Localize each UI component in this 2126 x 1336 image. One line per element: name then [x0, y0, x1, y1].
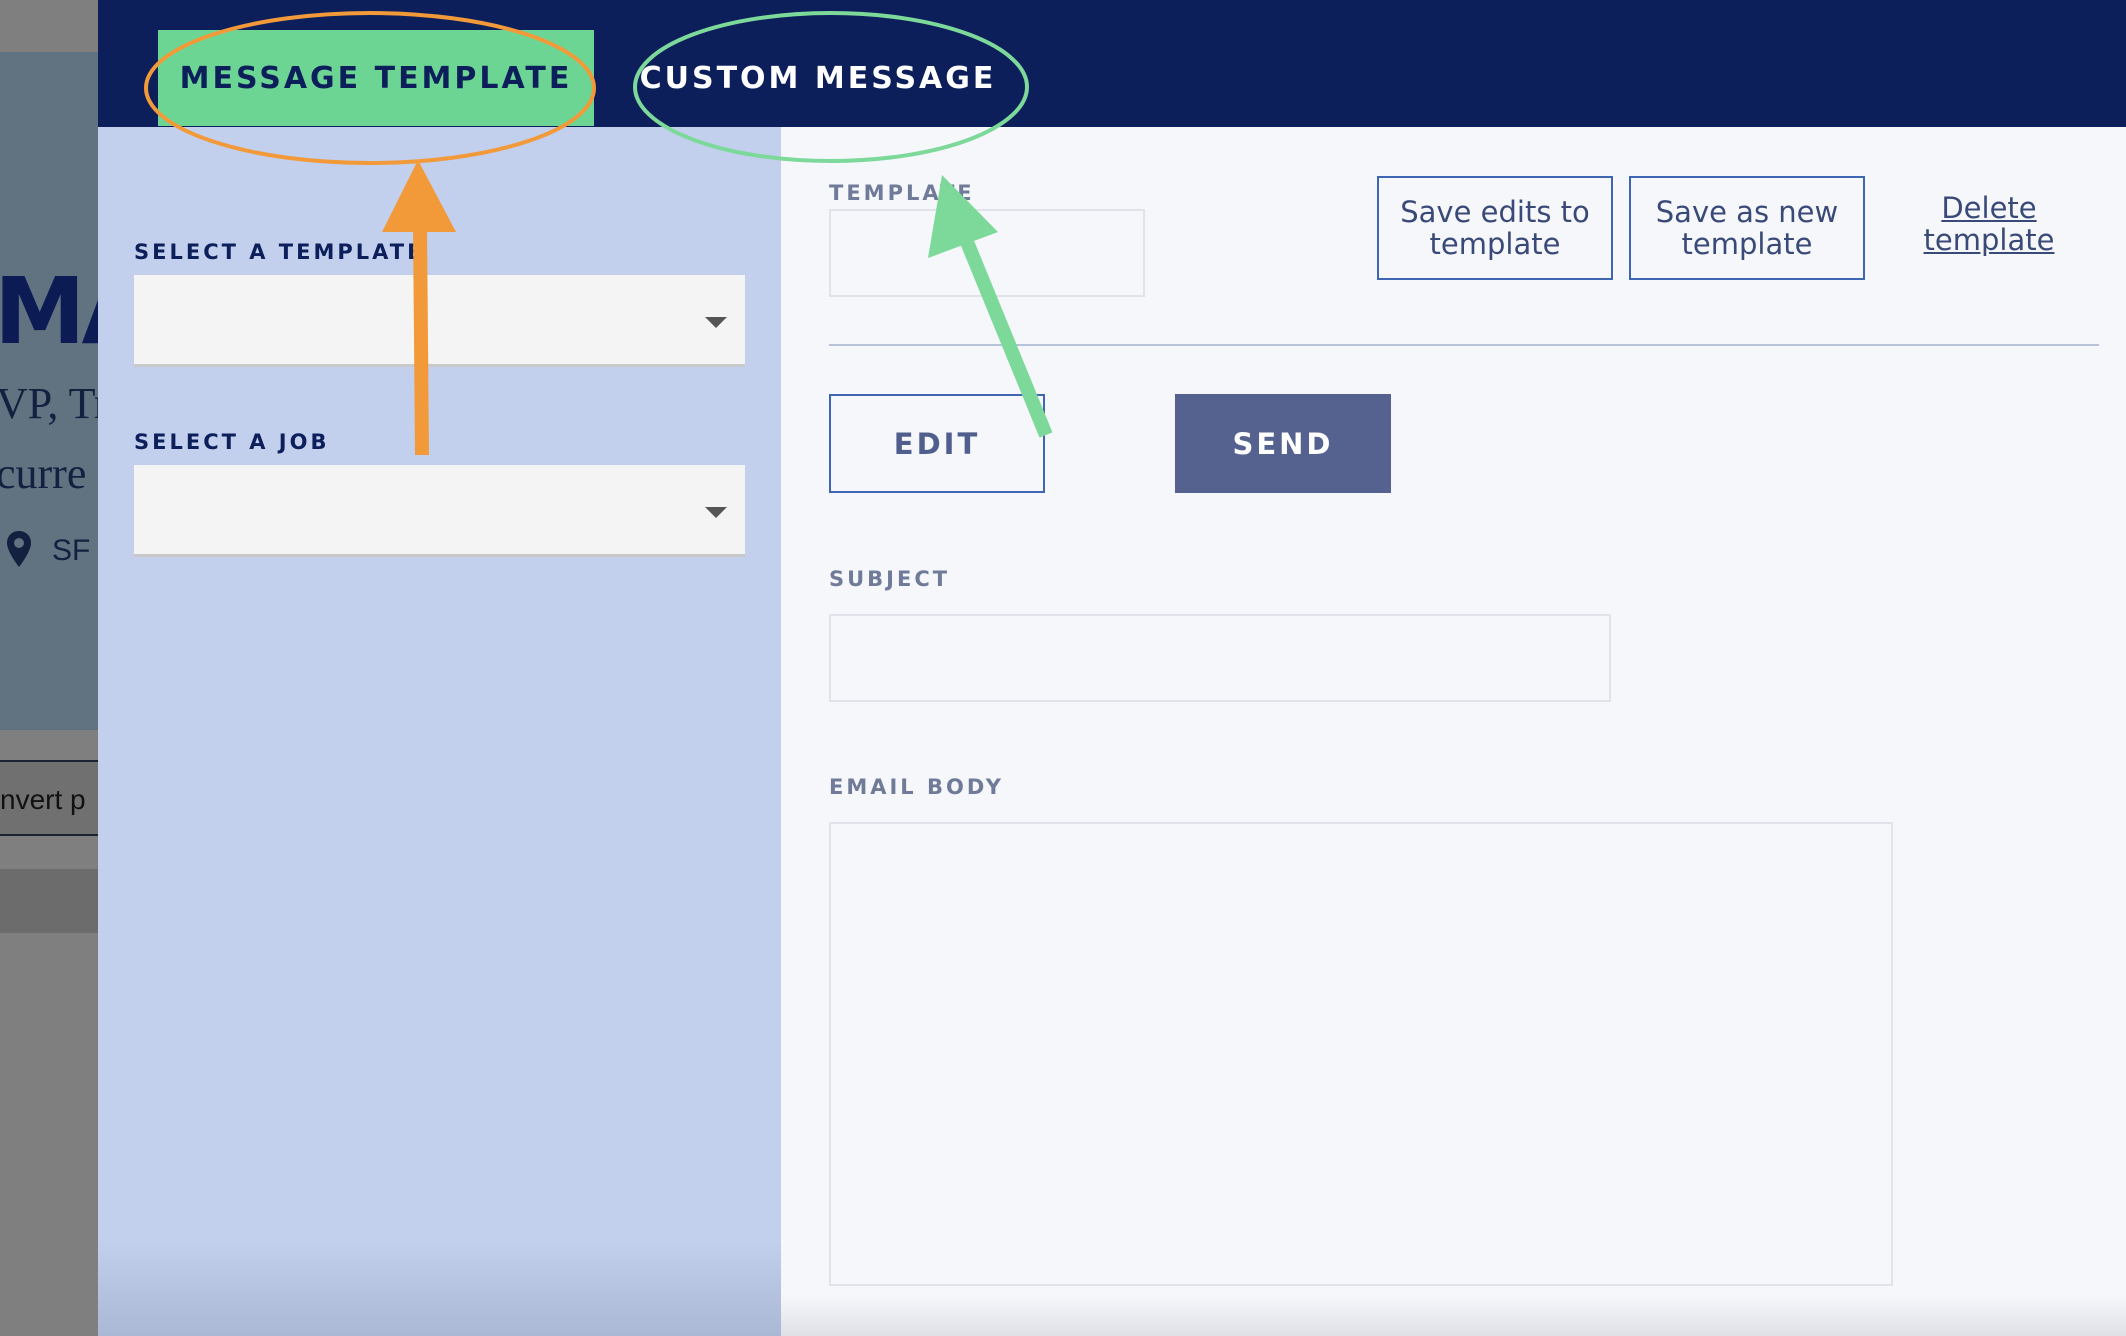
delete-template-link[interactable]: Delete template	[1914, 192, 2064, 256]
tab-custom-message[interactable]: CUSTOM MESSAGE	[628, 30, 1008, 126]
save-edits-button[interactable]: Save edits to template	[1377, 176, 1613, 280]
select-job-label: SELECT A JOB	[134, 430, 330, 454]
background-location: SF	[52, 534, 91, 567]
caret-down-icon	[705, 317, 727, 328]
tab-message-template[interactable]: MESSAGE TEMPLATE	[158, 30, 594, 126]
email-body-textarea[interactable]	[829, 822, 1893, 1286]
modal-tab-bar: MESSAGE TEMPLATE CUSTOM MESSAGE	[98, 0, 2126, 127]
background-heading: MA	[0, 258, 98, 365]
message-editor-panel: TEMPLATE Save edits to template Save as …	[781, 127, 2126, 1336]
send-button[interactable]: SEND	[1175, 394, 1391, 493]
background-convert-label: nvert p	[0, 784, 86, 815]
edit-button[interactable]: EDIT	[829, 394, 1045, 493]
email-body-label: EMAIL BODY	[829, 775, 1004, 799]
save-as-new-button[interactable]: Save as new template	[1629, 176, 1865, 280]
select-template-dropdown[interactable]	[134, 275, 745, 367]
background-line: curre	[0, 449, 87, 498]
template-name-label: TEMPLATE	[829, 181, 975, 205]
select-job-dropdown[interactable]	[134, 465, 745, 557]
subject-label: SUBJECT	[829, 567, 951, 591]
template-selection-panel: SELECT A TEMPLATE SELECT A JOB	[98, 127, 781, 1336]
bottom-shade	[781, 1296, 2126, 1336]
template-name-input[interactable]	[829, 209, 1145, 297]
background-convert-button: nvert p	[0, 760, 98, 836]
background-page: MA VP, Tr curre SF nvert p	[0, 0, 98, 1336]
message-modal: MESSAGE TEMPLATE CUSTOM MESSAGE SELECT A…	[98, 0, 2126, 1336]
caret-down-icon	[705, 507, 727, 518]
background-subtitle: VP, Tr	[0, 379, 98, 428]
divider	[829, 344, 2099, 346]
map-pin-icon	[7, 531, 31, 567]
subject-input[interactable]	[829, 614, 1611, 702]
background-strip	[0, 869, 98, 933]
select-template-label: SELECT A TEMPLATE	[134, 240, 425, 264]
